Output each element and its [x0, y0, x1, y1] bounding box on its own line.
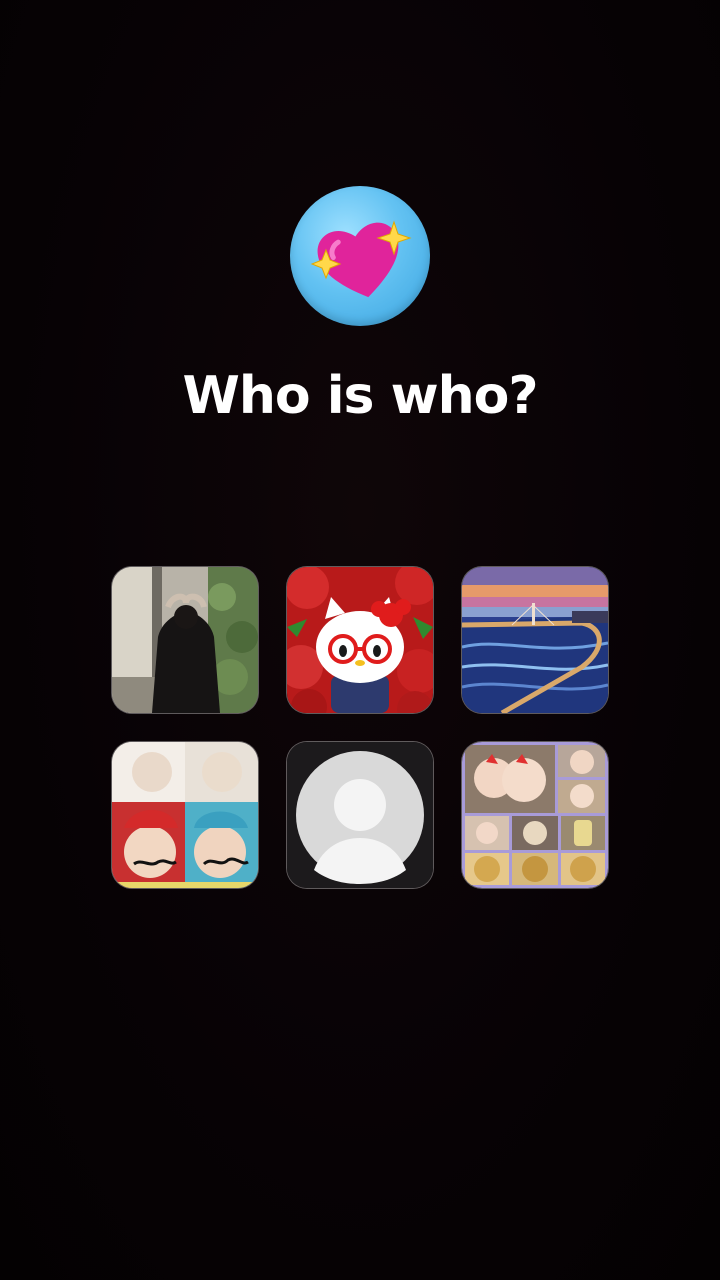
page-title: Who is who?: [182, 366, 538, 426]
avatar-hello-kitty-strawberries[interactable]: [287, 567, 433, 713]
avatar-photo-person-heart-hands[interactable]: [112, 567, 258, 713]
avatar-selfie-collage-mustache[interactable]: [112, 742, 258, 888]
heart-with-sparkles-icon: [310, 220, 412, 298]
avatar-default-placeholder[interactable]: [287, 742, 433, 888]
avatar-painting-bridge-sunset[interactable]: [462, 567, 608, 713]
avatar-grid: [112, 567, 608, 888]
screen: Who is who?: [0, 0, 720, 1280]
heart-sparkles-emoji-badge: [290, 186, 430, 326]
avatar-photo-collage-food[interactable]: [462, 742, 608, 888]
